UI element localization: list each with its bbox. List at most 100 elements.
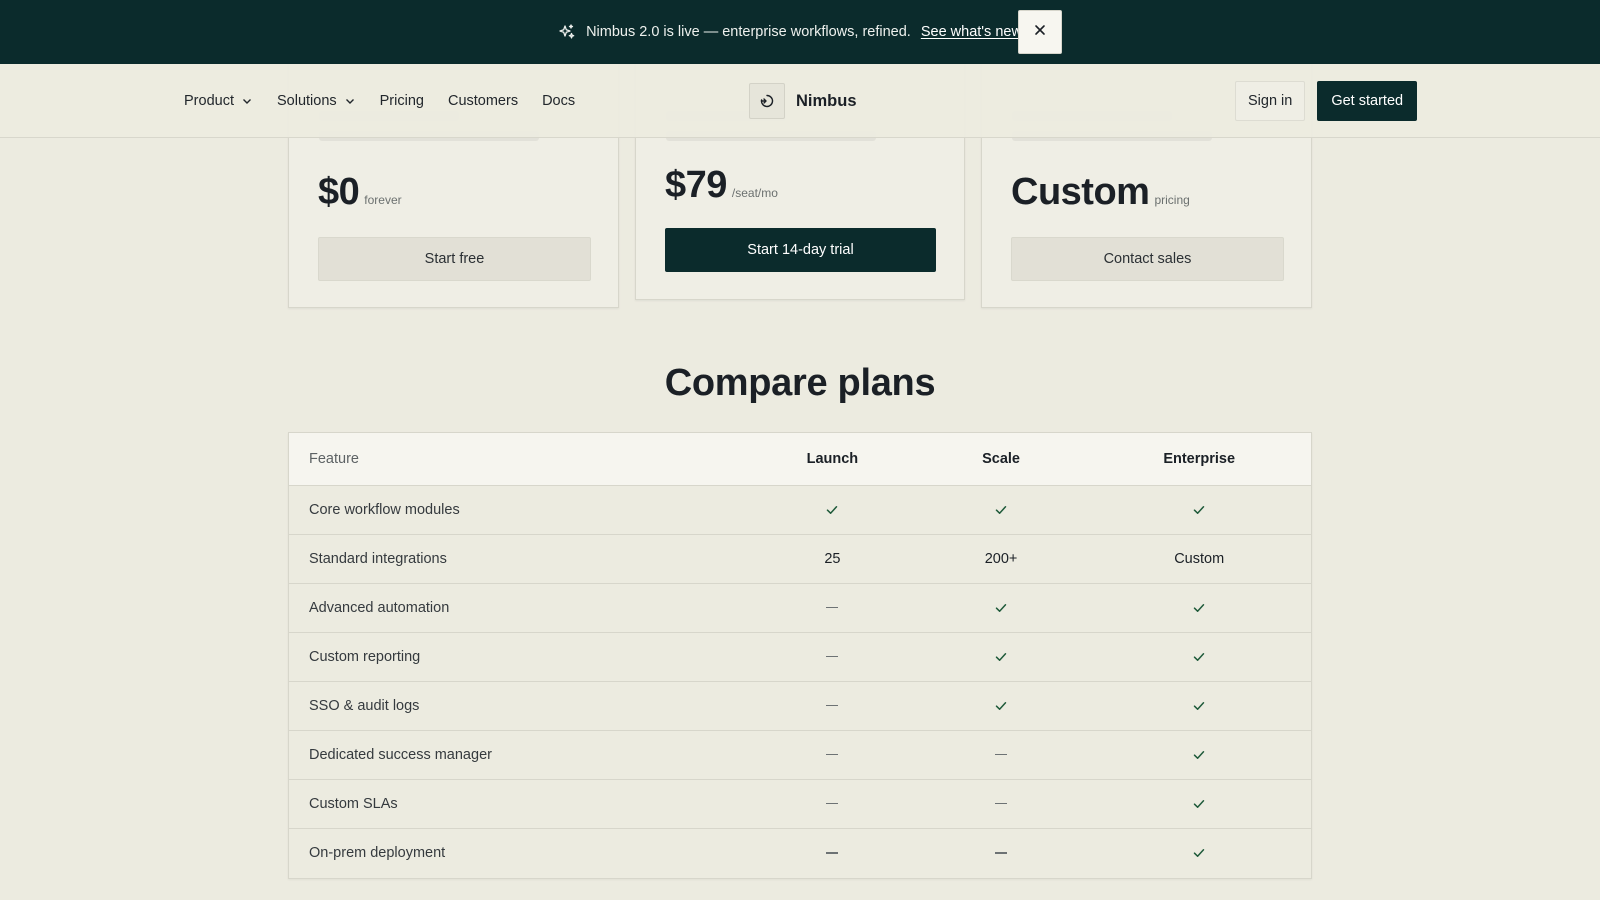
nav-item-label: Solutions [276, 93, 337, 109]
cell-launch [750, 485, 915, 534]
plan-price: Custom [1011, 171, 1150, 213]
dash-icon [826, 704, 839, 707]
dash-icon [826, 852, 839, 854]
cell-launch [750, 681, 915, 730]
cell-launch [750, 779, 915, 828]
cell-launch [750, 730, 915, 779]
dash-icon [995, 802, 1008, 805]
compare-table: Feature Launch Scale Enterprise Core wor… [288, 432, 1312, 879]
nav-item-solutions[interactable]: Solutions [277, 93, 356, 109]
chevron-down-icon [345, 99, 354, 104]
check-icon [827, 505, 838, 514]
check-icon [1193, 701, 1205, 710]
cell-launch: 25 [824, 550, 841, 567]
brand-name: Nimbus [796, 91, 857, 110]
column-header-launch: Launch [750, 433, 915, 486]
nav-item-pricing[interactable]: Pricing [380, 93, 424, 109]
close-icon [1033, 23, 1047, 41]
dash-icon [995, 753, 1008, 756]
plan-price-unit: pricing [1154, 193, 1190, 207]
cell-enterprise [1087, 779, 1311, 828]
dash-icon [826, 606, 839, 609]
start-trial-button[interactable]: Start 14-day trial [665, 228, 936, 272]
cell-launch [750, 583, 915, 632]
cell-scale [915, 583, 1088, 632]
get-started-button[interactable]: Get started [1317, 81, 1418, 121]
cell-scale [915, 681, 1088, 730]
table-row: Custom SLAs [289, 779, 1311, 828]
nimbus-logo-icon [749, 83, 785, 119]
cell-enterprise [1087, 681, 1311, 730]
announcement-bar: Nimbus 2.0 is live — enterprise workflow… [0, 0, 1600, 64]
cell-enterprise [1087, 583, 1311, 632]
main-nav: Product Solutions Pricing Customers Docs [184, 64, 575, 138]
feature-name: SSO & audit logs [309, 697, 420, 714]
table-row: Core workflow modules [289, 485, 1311, 534]
feature-name: On-prem deployment [309, 844, 446, 861]
announcement-text: Nimbus 2.0 is live — enterprise workflow… [586, 24, 911, 40]
sparkle-icon [558, 23, 576, 41]
column-header-feature: Feature [289, 433, 751, 486]
feature-name: Standard integrations [309, 550, 447, 567]
cell-launch [750, 828, 915, 877]
table-row: Advanced automation [289, 583, 1311, 632]
compare-plans-heading: Compare plans [664, 362, 936, 404]
check-icon [995, 505, 1007, 514]
chevron-down-icon [242, 99, 251, 104]
plan-price-unit: forever [364, 193, 402, 207]
table-row: SSO & audit logs [289, 681, 1311, 730]
header-actions: Sign in Get started [1235, 81, 1418, 121]
plan-price-unit: /seat/mo [731, 186, 778, 200]
table-header-row: Feature Launch Scale Enterprise [289, 433, 1311, 486]
start-free-button[interactable]: Start free [318, 237, 591, 281]
check-icon [1193, 799, 1205, 808]
cell-scale [915, 828, 1088, 877]
feature-name: Advanced automation [309, 599, 450, 616]
column-header-enterprise: Enterprise [1087, 433, 1311, 486]
cell-scale: 200+ [984, 550, 1018, 567]
plan-price: $0 [318, 171, 360, 213]
announcement-link[interactable]: See what's new [921, 24, 1022, 40]
dash-icon [995, 852, 1008, 854]
compare-table-body: Core workflow modules Standard integratio… [289, 485, 1311, 877]
dash-icon [826, 753, 839, 756]
check-icon [995, 603, 1007, 612]
cell-enterprise: Custom [1174, 550, 1225, 567]
nav-item-docs[interactable]: Docs [542, 93, 575, 109]
cell-scale [915, 485, 1088, 534]
nav-item-product[interactable]: Product [184, 93, 253, 109]
nav-item-customers[interactable]: Customers [448, 93, 518, 109]
cell-scale [915, 632, 1088, 681]
check-icon [995, 701, 1007, 710]
check-icon [1193, 505, 1205, 514]
table-row: Standard integrations 25 200+ Custom [289, 534, 1311, 583]
brand-logo-link[interactable]: Nimbus [749, 83, 857, 119]
feature-name: Dedicated success manager [309, 746, 492, 763]
sign-in-button[interactable]: Sign in [1235, 81, 1306, 121]
site-header: Product Solutions Pricing Customers Docs… [0, 64, 1600, 138]
cell-scale [915, 730, 1088, 779]
cell-enterprise [1087, 632, 1311, 681]
check-icon [995, 652, 1007, 661]
cell-enterprise [1087, 828, 1311, 877]
table-row: Dedicated success manager [289, 730, 1311, 779]
check-icon [1193, 750, 1205, 759]
nav-item-label: Product [184, 93, 234, 109]
column-header-scale: Scale [914, 433, 1088, 486]
check-icon [1193, 652, 1205, 661]
announcement-close-button[interactable] [1018, 10, 1062, 54]
table-row: Custom reporting [289, 632, 1311, 681]
cell-enterprise [1087, 485, 1311, 534]
cell-scale [915, 779, 1088, 828]
plan-price: $79 [665, 164, 727, 206]
feature-name: Core workflow modules [309, 501, 460, 518]
check-icon [1193, 848, 1205, 857]
feature-name: Custom reporting [309, 648, 421, 665]
cell-enterprise [1087, 730, 1311, 779]
table-row: On-prem deployment [289, 828, 1311, 877]
contact-sales-button[interactable]: Contact sales [1011, 237, 1284, 281]
dash-icon [826, 802, 839, 805]
check-icon [1193, 603, 1205, 612]
cell-launch [750, 632, 915, 681]
dash-icon [826, 655, 839, 658]
